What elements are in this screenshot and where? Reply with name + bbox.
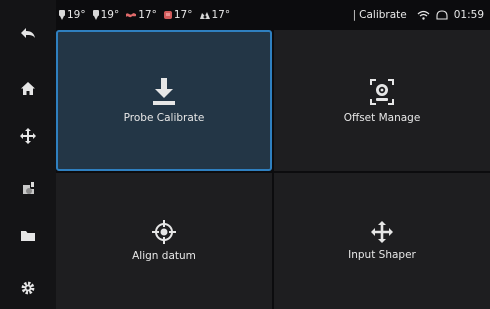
probe-calibrate-label: Probe Calibrate bbox=[123, 111, 205, 124]
fan-temp[interactable]: 17° bbox=[199, 9, 231, 21]
input-shaper-label: Input Shaper bbox=[348, 249, 416, 261]
title-separator: | bbox=[352, 9, 357, 21]
status-right: | Calibrate 01:59 bbox=[353, 9, 490, 21]
page-title: Calibrate bbox=[359, 9, 407, 21]
chamber-temp-value: 17° bbox=[173, 9, 193, 21]
chamber-temp[interactable]: 17° bbox=[163, 9, 193, 21]
wifi-icon[interactable] bbox=[417, 10, 430, 20]
settings-button[interactable] bbox=[8, 272, 48, 304]
move-button[interactable] bbox=[8, 120, 48, 152]
extruder-1-temp[interactable]: 19° bbox=[58, 9, 86, 21]
files-button[interactable] bbox=[8, 220, 48, 252]
crosshair-icon bbox=[152, 220, 176, 244]
folder-icon bbox=[21, 231, 35, 241]
probe-calibrate-button[interactable]: Probe Calibrate bbox=[56, 30, 272, 171]
chamber-icon bbox=[163, 11, 172, 19]
offset-manage-button[interactable]: Offset Manage bbox=[274, 30, 490, 171]
home-icon bbox=[21, 81, 35, 95]
status-bar: 19° 19° 17° 17° 17° | Calibrate 01:59 bbox=[56, 0, 490, 30]
extruder-1-temp-value: 19° bbox=[67, 9, 86, 21]
network-icon[interactable] bbox=[436, 10, 448, 20]
move-arrows-icon bbox=[371, 221, 393, 243]
back-arrow-icon bbox=[21, 28, 35, 38]
temperature-readouts: 19° 19° 17° 17° 17° bbox=[56, 9, 236, 21]
fan-temp-value: 17° bbox=[211, 9, 231, 21]
clock: 01:59 bbox=[453, 9, 484, 21]
input-shaper-button[interactable]: Input Shaper bbox=[274, 173, 490, 309]
extruder-icon bbox=[23, 182, 34, 194]
align-datum-button[interactable]: Align datum bbox=[56, 173, 272, 309]
extruder-button[interactable] bbox=[8, 172, 48, 204]
bed-temp[interactable]: 17° bbox=[125, 9, 157, 21]
download-arrow-icon bbox=[153, 77, 175, 105]
fan-icon bbox=[199, 12, 210, 19]
sidebar bbox=[0, 0, 56, 309]
align-datum-label: Align datum bbox=[132, 250, 196, 262]
nozzle-temp-icon bbox=[92, 9, 99, 20]
move-icon bbox=[20, 128, 36, 144]
offset-manage-label: Offset Manage bbox=[343, 111, 421, 124]
camera-target-icon bbox=[370, 78, 394, 105]
back-button[interactable] bbox=[8, 18, 48, 50]
extruder-2-temp[interactable]: 19° bbox=[92, 9, 120, 21]
gear-icon bbox=[21, 281, 35, 295]
home-button[interactable] bbox=[8, 72, 48, 104]
nozzle-temp-icon bbox=[59, 9, 65, 20]
bed-temp-value: 17° bbox=[138, 9, 157, 21]
heated-bed-icon bbox=[126, 12, 137, 17]
extruder-2-temp-value: 19° bbox=[100, 9, 120, 21]
calibrate-menu-grid: Probe Calibrate Offset Manage Align datu… bbox=[56, 30, 490, 309]
